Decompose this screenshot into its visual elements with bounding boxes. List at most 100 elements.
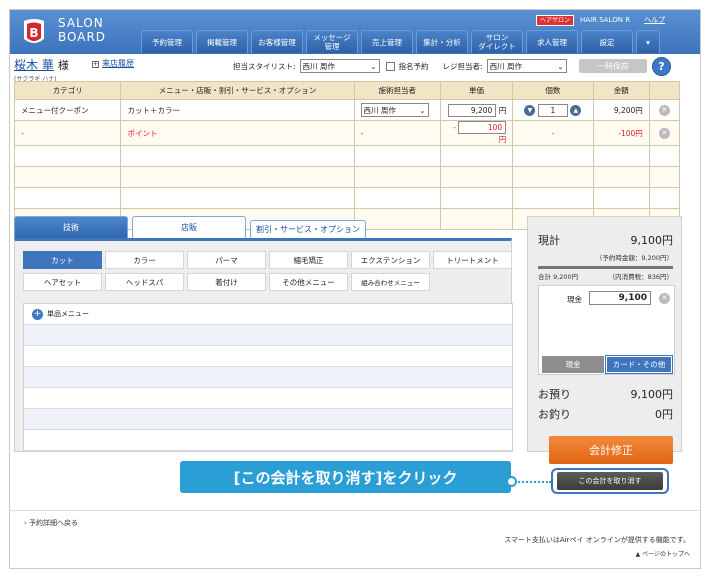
category-combo[interactable]: 組み合わせメニュー — [351, 273, 430, 291]
plus-icon[interactable]: ▲ — [570, 105, 582, 116]
nav-recruit[interactable]: 求人管理 — [526, 30, 578, 53]
salon-type-badge: ヘアサロン — [536, 14, 575, 26]
salon-board-logo-icon: B — [24, 19, 44, 43]
list-item — [24, 430, 512, 451]
table-row — [13, 166, 681, 188]
category-color[interactable]: カラー — [105, 251, 184, 269]
cash-button[interactable]: 現金 — [542, 356, 604, 373]
tab-discount[interactable]: 割引・サービス・オプション — [250, 220, 366, 238]
nav-menu-button[interactable]: ▾ — [636, 30, 660, 53]
list-item[interactable]: + 単品メニュー — [24, 304, 512, 325]
col-category: カテゴリ — [13, 81, 122, 100]
row2-price-input[interactable]: 100 — [458, 121, 507, 134]
plus-square-icon: + — [92, 61, 99, 68]
col-staff: 施術担当者 — [353, 81, 441, 100]
chevron-down-icon: ▾ — [646, 37, 650, 47]
row1-amount: 9,200円 — [592, 99, 650, 121]
table-row: メニュー付クーポン カット＋カラー 西川 周作 ⌄ 9,200 円 ▼ 1 ▲ 9… — [13, 99, 681, 121]
staff-form: 担当スタイリスト: 西川 周作 ⌄ 指名予約 レジ担当者: 西川 周作 ⌄ — [233, 59, 567, 73]
nominate-label: 指名予約 — [398, 61, 429, 71]
chevron-down-icon: ⌄ — [557, 61, 564, 71]
category-other[interactable]: その他メニュー — [269, 273, 348, 291]
top-header: B SALON BOARD ヘアサロン HAIR SALON R ヘルプ 予約管… — [10, 10, 700, 54]
genkei-value: 9,100円 — [630, 234, 674, 247]
customer-name[interactable]: 桜木 華 — [14, 58, 54, 72]
col-qty: 個数 — [512, 81, 594, 100]
category-treatment[interactable]: トリートメント — [433, 251, 512, 269]
salon-name: HAIR SALON R — [580, 16, 631, 24]
nav-sales[interactable]: 売上管理 — [361, 30, 413, 53]
back-link[interactable]: › 予約詳細へ戻る — [24, 518, 78, 528]
list-item — [24, 325, 512, 346]
row2-staff: - — [353, 120, 441, 146]
minus-icon[interactable]: ▼ — [524, 105, 536, 116]
plus-circle-icon: + — [32, 308, 43, 320]
sales-items-table: カテゴリ メニュー・店販・割引・サービス・オプション 施術担当者 単価 個数 金… — [13, 81, 681, 230]
register-select[interactable]: 西川 周作 ⌄ — [486, 59, 567, 73]
nav-customers[interactable]: お客様管理 — [251, 30, 303, 53]
customer-honorific: 様 — [57, 59, 69, 72]
smart-payment-note: スマート支払いはAirペイ オンラインが提供する機能です。 — [504, 536, 690, 544]
change-label: お釣り — [538, 408, 571, 421]
total-label: 合計 — [538, 273, 551, 281]
category-straightening[interactable]: 縮毛矯正 — [269, 251, 348, 269]
category-perm[interactable]: パーマ — [187, 251, 266, 269]
nav-salon-direct[interactable]: サロン ダイレクト — [471, 30, 523, 53]
category-cut[interactable]: カット — [23, 251, 102, 269]
help-link[interactable]: ヘルプ — [644, 15, 665, 25]
list-item — [24, 346, 512, 367]
table-row — [13, 187, 681, 209]
nav-reservations[interactable]: 予約管理 — [141, 30, 193, 53]
nav-analytics[interactable]: 集計・分析 — [416, 30, 468, 53]
row1-category: メニュー付クーポン — [13, 99, 122, 121]
chevron-down-icon: ⌄ — [370, 61, 377, 71]
cash-input[interactable]: 9,100 — [589, 291, 651, 305]
stylist-select[interactable]: 西川 周作 ⌄ — [299, 59, 380, 73]
callout-connector — [511, 481, 551, 483]
instruction-callout: [この会計を取り消す]をクリック — [180, 461, 511, 493]
category-hairset[interactable]: ヘアセット — [23, 273, 102, 291]
page-top-link[interactable]: ▲ ページのトップへ — [636, 549, 690, 558]
clear-icon[interactable]: ✕ — [659, 293, 670, 304]
nominate-checkbox[interactable] — [385, 61, 395, 71]
row1-staff-select[interactable]: 西川 周作 ⌄ — [360, 103, 429, 117]
tax-value: （内消費税：836円） — [608, 273, 673, 281]
cash-label: 現金 — [567, 295, 582, 304]
nav-messages[interactable]: メッセージ 管理 — [306, 30, 358, 53]
main-nav: 予約管理 掲載管理 お客様管理 メッセージ 管理 売上管理 集計・分析 サロン … — [141, 30, 660, 53]
menu-list: + 単品メニュー — [23, 303, 513, 452]
correct-payment-button[interactable]: 会計修正 — [549, 436, 673, 464]
chevron-down-icon: ⌄ — [419, 105, 426, 115]
help-question-icon[interactable]: ? — [652, 57, 671, 76]
category-kitsuke[interactable]: 着付け — [187, 273, 266, 291]
cancel-payment-button[interactable]: この会計を取り消す — [557, 472, 663, 490]
tab-retail[interactable]: 店販 — [132, 216, 246, 238]
tab-technique[interactable]: 技術 — [14, 216, 128, 238]
nav-settings[interactable]: 設定 — [581, 30, 633, 53]
table-row — [13, 145, 681, 167]
card-other-button[interactable]: カード・その他 — [605, 355, 673, 374]
category-headspa[interactable]: ヘッドスパ — [105, 273, 184, 291]
row1-qty-input[interactable]: 1 — [537, 103, 568, 117]
deposit-label: お預り — [538, 388, 571, 401]
svg-text:B: B — [29, 26, 38, 40]
delete-icon[interactable]: ✕ — [658, 104, 670, 116]
row2-amount: -100円 — [592, 120, 650, 146]
row2-menu: ポイント — [120, 120, 355, 146]
row1-price-input[interactable]: 9,200 — [448, 103, 497, 117]
list-item — [24, 367, 512, 388]
register-label: レジ担当者: — [442, 61, 483, 71]
category-extension[interactable]: エクステンション — [351, 251, 430, 269]
delete-icon[interactable]: ✕ — [658, 127, 670, 139]
col-amount: 金額 — [592, 81, 650, 100]
col-menu: メニュー・店販・割引・サービス・オプション — [120, 81, 355, 100]
temp-save-button[interactable]: 一時保存 — [579, 59, 647, 73]
payment-summary: 現計 9,100円 （予約時金額：9,200円） 合計 9,200円 （内消費税：8… — [527, 216, 682, 452]
row2-category: - — [13, 120, 122, 146]
visit-history-link[interactable]: 来店履歴 — [102, 59, 134, 68]
stylist-label: 担当スタイリスト: — [233, 61, 296, 71]
nav-listings[interactable]: 掲載管理 — [196, 30, 248, 53]
visit-history[interactable]: + 来店履歴 — [92, 58, 134, 69]
list-item — [24, 409, 512, 430]
salon-info: ヘアサロン HAIR SALON R ヘルプ — [536, 14, 665, 26]
